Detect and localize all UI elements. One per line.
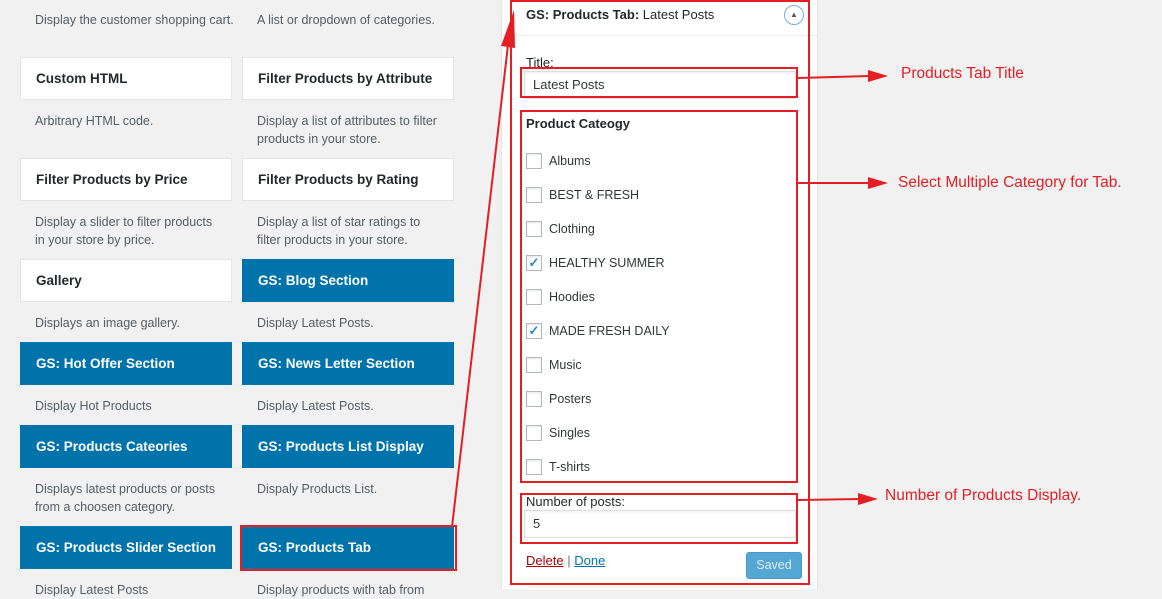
arrow-line-products-tab xyxy=(451,44,509,528)
annotation-category: Select Multiple Category for Tab. xyxy=(898,174,1122,191)
annotation-title: Products Tab Title xyxy=(901,65,1024,82)
annotation-posts: Number of Products Display. xyxy=(885,487,1082,504)
arrow-head-products-tab xyxy=(501,10,515,48)
arrow-line-title xyxy=(797,75,871,79)
arrow-head-posts xyxy=(858,493,878,505)
arrow-head-title xyxy=(868,70,888,82)
arrow-line-posts xyxy=(797,498,861,501)
arrow-head-category xyxy=(868,177,888,189)
